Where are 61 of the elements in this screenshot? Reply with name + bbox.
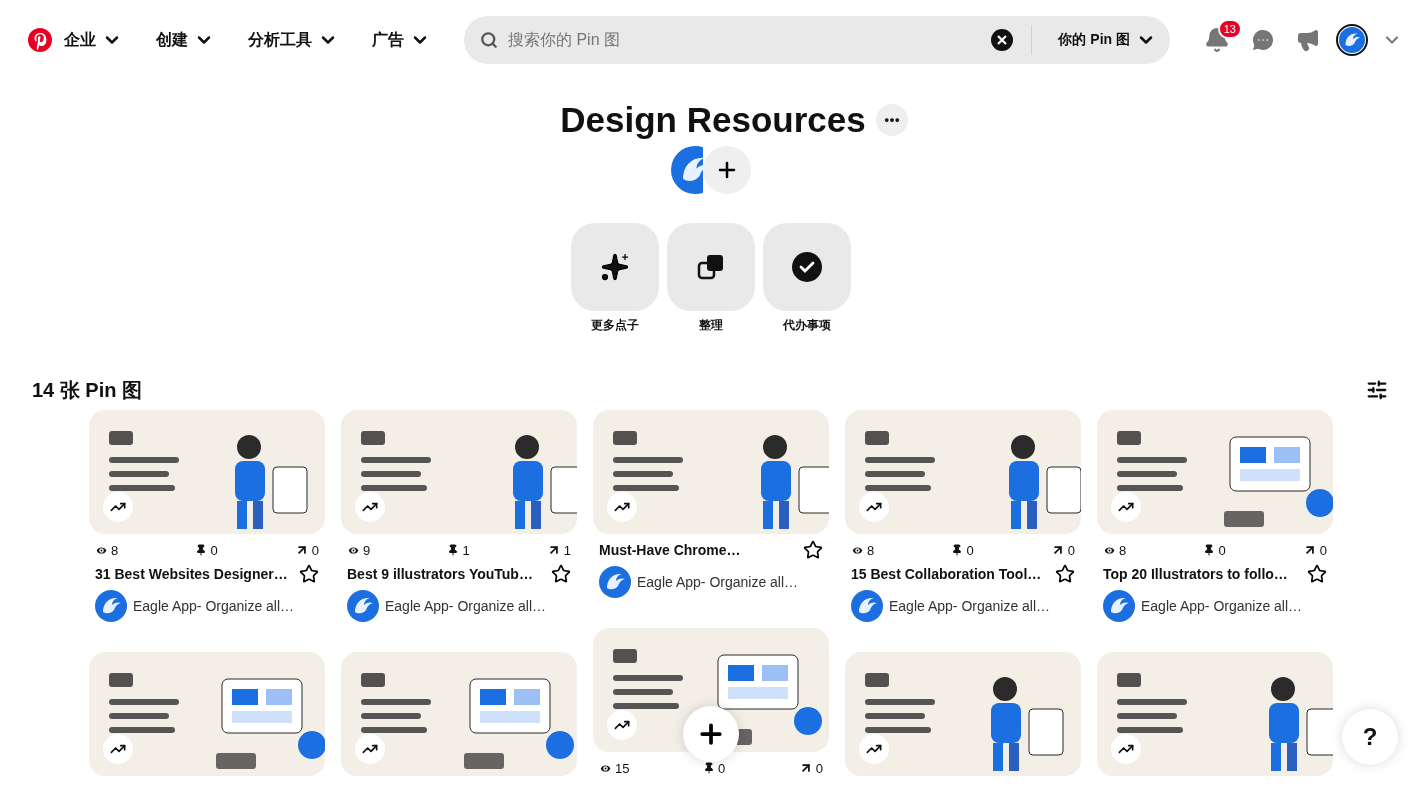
- author-name[interactable]: Eagle App- Organize all…: [889, 598, 1051, 614]
- sparkle-icon: [600, 252, 630, 282]
- more-icon[interactable]: [875, 104, 908, 136]
- action-label: 更多点子: [591, 317, 639, 334]
- view-count: 15: [615, 760, 630, 776]
- save-count: 0: [210, 542, 218, 558]
- author-avatar[interactable]: [347, 590, 379, 622]
- pin-title[interactable]: 15 Best Collaboration Tool…: [851, 566, 1042, 582]
- author-avatar[interactable]: [851, 590, 883, 622]
- pin-title[interactable]: Must-Have Chrome…: [599, 542, 741, 558]
- action-button[interactable]: [571, 223, 659, 311]
- author-name[interactable]: Eagle App- Organize all…: [133, 598, 295, 614]
- pin-title[interactable]: Best 9 illustrators YouTub…: [347, 566, 533, 582]
- pin-icon: [447, 544, 460, 556]
- action-button[interactable]: [667, 223, 755, 311]
- pin-icon: [703, 762, 715, 774]
- save-count: 0: [718, 760, 726, 776]
- pin-icon: [1203, 544, 1216, 556]
- action-label: 整理: [699, 317, 723, 334]
- click-count: 0: [1319, 542, 1327, 558]
- click-count: 0: [311, 542, 319, 558]
- view-count: 8: [867, 542, 875, 558]
- author-avatar[interactable]: [599, 566, 631, 598]
- pin-icon: [195, 544, 208, 556]
- logo-icon[interactable]: [28, 28, 52, 52]
- click-count: 0: [1067, 542, 1075, 558]
- clear-icon[interactable]: [991, 29, 1014, 51]
- author-name[interactable]: Eagle App- Organize all…: [1141, 598, 1303, 614]
- search-icon: [480, 31, 498, 49]
- click-count: 0: [815, 760, 823, 776]
- save-count: 1: [462, 542, 470, 558]
- save-count: 0: [966, 542, 974, 558]
- filter-icon[interactable]: [1366, 379, 1388, 401]
- scope-dropdown[interactable]: 你的 Pin 图: [1054, 30, 1160, 50]
- view-count: 8: [111, 542, 119, 558]
- help-button[interactable]: ?: [1342, 709, 1398, 765]
- check-circle-icon: [792, 252, 822, 282]
- save-count: 0: [1218, 542, 1226, 558]
- notification-badge: 13: [1217, 19, 1242, 39]
- pin-count: 14 张 Pin 图: [32, 377, 143, 403]
- nav-menu[interactable]: 企业: [64, 16, 122, 64]
- pin-icon: [951, 544, 964, 556]
- click-count: 1: [563, 542, 571, 558]
- action-button[interactable]: [763, 223, 851, 311]
- add-collaborator-button[interactable]: [703, 146, 751, 194]
- nav-menu[interactable]: 分析工具: [248, 16, 338, 64]
- pin-title[interactable]: Top 20 Illustrators to follo…: [1103, 566, 1288, 582]
- author-avatar[interactable]: [1103, 590, 1135, 622]
- action-label: 代办事项: [783, 317, 831, 334]
- nav-menu[interactable]: 创建: [156, 16, 214, 64]
- board-title: Design Resources: [560, 99, 866, 141]
- author-name[interactable]: Eagle App- Organize all…: [385, 598, 547, 614]
- nav-menu[interactable]: 广告: [372, 16, 430, 64]
- view-count: 8: [1119, 542, 1127, 558]
- author-avatar[interactable]: [95, 590, 127, 622]
- search-field[interactable]: 搜索你的 Pin 图 你的 Pin 图: [464, 16, 1170, 64]
- profile-avatar[interactable]: [1336, 24, 1368, 56]
- pin-title[interactable]: 31 Best Websites Designer…: [95, 566, 288, 582]
- author-name[interactable]: Eagle App- Organize all…: [637, 574, 799, 590]
- view-count: 9: [363, 542, 371, 558]
- overlapping-squares-icon: [696, 252, 726, 282]
